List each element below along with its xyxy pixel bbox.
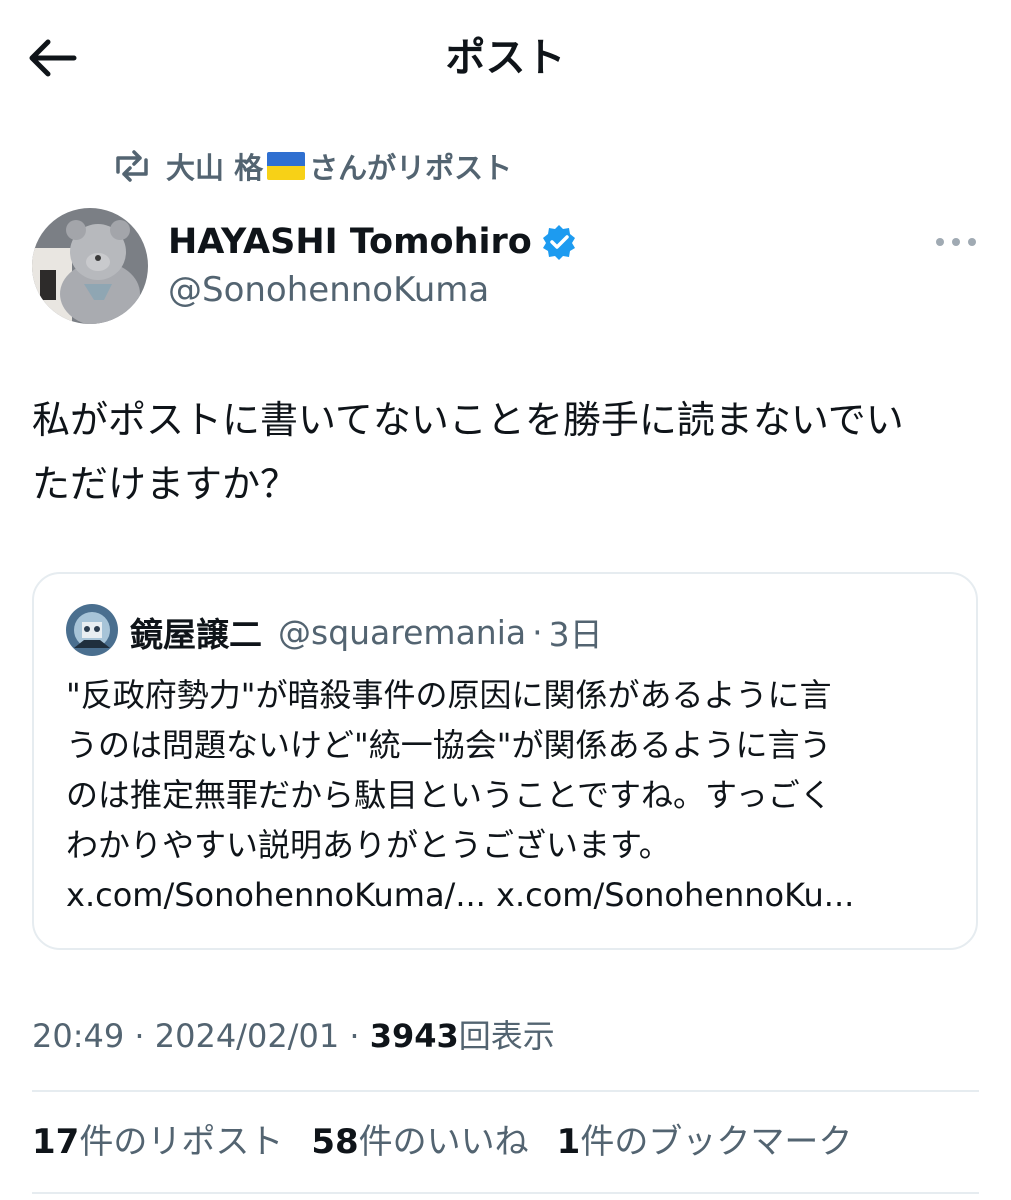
reposts-count: 17 bbox=[32, 1122, 80, 1162]
post-time[interactable]: 20:49 bbox=[32, 1017, 124, 1055]
tweet-text-line: ただけますか？ bbox=[32, 462, 299, 506]
repost-indicator[interactable]: 大山 格 さんがリポスト bbox=[112, 144, 512, 188]
likes-stat[interactable]: 58件のいいね bbox=[311, 1116, 528, 1168]
repost-suffix: さんがリポスト bbox=[309, 151, 513, 185]
quoted-author-avatar bbox=[66, 604, 118, 656]
tweet-text: 私がポストに書いてないことを勝手に読まないでい ただけますか？ bbox=[32, 388, 982, 516]
view-label: 回表示 bbox=[458, 1017, 555, 1055]
divider bbox=[32, 1192, 979, 1194]
post-date[interactable]: 2024/02/01 bbox=[155, 1017, 339, 1055]
verified-badge-icon bbox=[542, 225, 575, 260]
author-avatar[interactable] bbox=[32, 208, 148, 324]
separator-dot: · bbox=[532, 612, 543, 652]
reposts-label: 件のリポスト bbox=[79, 1122, 284, 1162]
quoted-post-time: 3日 bbox=[548, 615, 603, 654]
quoted-post-text: "反政府勢力"が暗殺事件の原因に関係があるように言 うのは問題ないけど"統一協会… bbox=[66, 670, 956, 870]
bookmarks-stat[interactable]: 1件のブックマーク bbox=[557, 1116, 853, 1168]
separator-dot: · bbox=[339, 1017, 370, 1055]
view-count: 3943 bbox=[369, 1017, 459, 1055]
quoted-post-header: 鏡屋譲二 @squaremania · 3日 bbox=[130, 604, 603, 660]
reposter-name: 大山 格 bbox=[166, 151, 264, 185]
post-meta: 20:49 · 2024/02/01 · 3943回表示 bbox=[32, 1012, 555, 1060]
quoted-author-name: 鏡屋譲二 bbox=[130, 615, 262, 654]
quoted-text-line: わかりやすい説明ありがとうございます。 bbox=[66, 826, 671, 864]
author-name-row[interactable]: HAYASHI Tomohiro bbox=[168, 216, 578, 268]
engagement-stats: 17件のリポスト 58件のいいね 1件のブックマーク bbox=[32, 1116, 880, 1168]
bookmarks-count: 1 bbox=[556, 1122, 581, 1162]
separator-dot: · bbox=[124, 1017, 155, 1055]
ukraine-flag-icon bbox=[267, 152, 306, 180]
quoted-post-card[interactable]: 鏡屋譲二 @squaremania · 3日 "反政府勢力"が暗殺事件の原因に関… bbox=[32, 572, 978, 950]
tweet-text-line: 私がポストに書いてないことを勝手に読まないでい bbox=[32, 398, 904, 442]
author-name: HAYASHI Tomohiro bbox=[168, 222, 532, 262]
robot-avatar-icon bbox=[66, 604, 118, 656]
divider bbox=[32, 1090, 979, 1092]
reposts-stat[interactable]: 17件のリポスト bbox=[32, 1116, 283, 1168]
teddy-bear-avatar-icon bbox=[32, 208, 148, 324]
more-dots-icon bbox=[936, 238, 976, 246]
more-options-button[interactable] bbox=[932, 226, 980, 258]
quoted-text-line: "反政府勢力"が暗殺事件の原因に関係があるように言 bbox=[66, 676, 832, 714]
quoted-post-links[interactable]: x.com/SonohennoKuma/... x.com/SonohennoK… bbox=[66, 870, 956, 920]
page-title: ポスト bbox=[445, 35, 566, 81]
likes-count: 58 bbox=[311, 1122, 359, 1162]
quoted-text-line: うのは問題ないけど"統一協会"が関係あるように言う bbox=[66, 726, 832, 764]
quoted-author-handle: @squaremania bbox=[278, 612, 527, 652]
repost-icon bbox=[116, 150, 148, 182]
quoted-text-line: のは推定無罪だから駄目ということですね。すっごく bbox=[66, 776, 832, 814]
bookmarks-label: 件のブックマーク bbox=[580, 1122, 853, 1162]
author-handle[interactable]: @SonohennoKuma bbox=[168, 266, 489, 314]
likes-label: 件のいいね bbox=[358, 1122, 529, 1162]
